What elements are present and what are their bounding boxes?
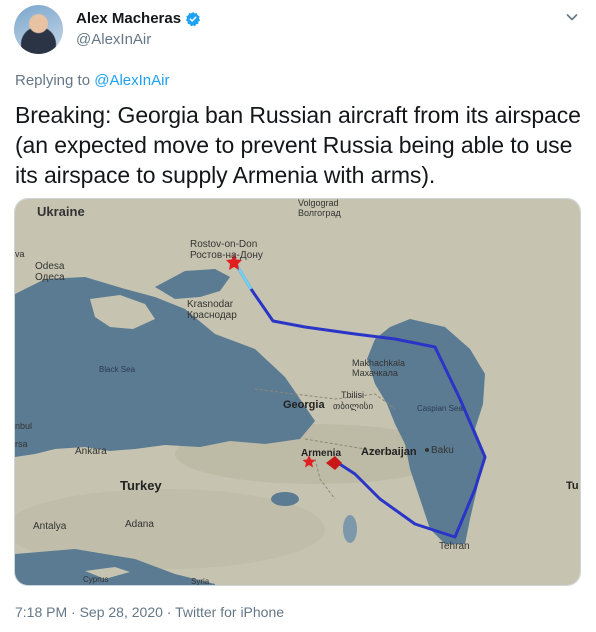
tweet-time[interactable]: 7:18 PM bbox=[15, 604, 67, 620]
label-tehran: Tehran bbox=[439, 541, 470, 552]
verified-badge-icon bbox=[185, 11, 201, 26]
label-tbilisi: Tbilisi bbox=[341, 390, 364, 400]
label-volgograd: Volgograd bbox=[298, 199, 339, 208]
label-edge-rsa: rsa bbox=[15, 439, 28, 449]
replying-prefix: Replying to bbox=[15, 72, 95, 89]
tweet-meta: 7:18 PM · Sep 28, 2020 · Twitter for iPh… bbox=[15, 604, 284, 620]
label-makhachkala: Makhachkala bbox=[352, 358, 405, 368]
label-turkey: Turkey bbox=[120, 478, 162, 493]
label-armenia: Armenia bbox=[301, 448, 341, 459]
author-handle[interactable]: @AlexInAir bbox=[76, 31, 151, 48]
meta-separator-2: · bbox=[166, 604, 172, 620]
replying-to: Replying to @AlexInAir bbox=[15, 72, 169, 89]
author-name-row: Alex Macheras bbox=[76, 10, 201, 27]
label-makhachkala-ru: Махачкала bbox=[352, 368, 398, 378]
tweet-media-map[interactable]: Ukraine Volgograd Волгоград Rostov-on-Do… bbox=[14, 198, 581, 586]
label-edge-tu: Tu bbox=[566, 480, 579, 492]
label-black-sea: Black Sea bbox=[99, 365, 136, 374]
label-ukraine: Ukraine bbox=[37, 204, 85, 219]
lake-van bbox=[271, 492, 299, 506]
label-edge-nbul: nbul bbox=[15, 421, 32, 431]
label-georgia: Georgia bbox=[283, 399, 325, 411]
meta-separator: · bbox=[71, 604, 76, 620]
label-odesa-ru: Одеса bbox=[35, 272, 65, 283]
label-azerbaijan: Azerbaijan bbox=[361, 446, 417, 458]
label-volgograd-ru: Волгоград bbox=[298, 208, 341, 218]
baku-dot bbox=[425, 448, 429, 452]
label-baku: Baku bbox=[431, 445, 454, 456]
tweet-date[interactable]: Sep 28, 2020 bbox=[80, 604, 163, 620]
label-antalya: Antalya bbox=[33, 521, 67, 532]
tweet-source[interactable]: Twitter for iPhone bbox=[175, 604, 284, 620]
label-ankara: Ankara bbox=[75, 446, 107, 457]
label-krasnodar-ru: Краснодар bbox=[187, 310, 237, 321]
flight-map: Ukraine Volgograd Волгоград Rostov-on-Do… bbox=[15, 199, 580, 586]
reply-handle-link[interactable]: @AlexInAir bbox=[94, 72, 169, 89]
label-tbilisi-ka: თბილისი bbox=[333, 401, 373, 412]
label-caspian: Caspian Sea bbox=[417, 404, 463, 413]
lake-urmia bbox=[343, 515, 357, 543]
label-edge-va: va bbox=[15, 249, 25, 259]
author-name[interactable]: Alex Macheras bbox=[76, 10, 181, 27]
label-rostov: Rostov-on-Don bbox=[190, 239, 257, 250]
label-syria: Syria bbox=[191, 577, 210, 586]
avatar[interactable] bbox=[14, 5, 63, 54]
label-krasnodar: Krasnodar bbox=[187, 299, 234, 310]
label-odesa: Odesa bbox=[35, 261, 65, 272]
tweet-text: Breaking: Georgia ban Russian aircraft f… bbox=[15, 102, 581, 188]
chevron-down-icon[interactable] bbox=[566, 11, 578, 23]
label-rostov-ru: Ростов-на-Дону bbox=[190, 250, 263, 261]
label-cyprus: Cyprus bbox=[83, 575, 108, 584]
label-adana: Adana bbox=[125, 519, 154, 530]
